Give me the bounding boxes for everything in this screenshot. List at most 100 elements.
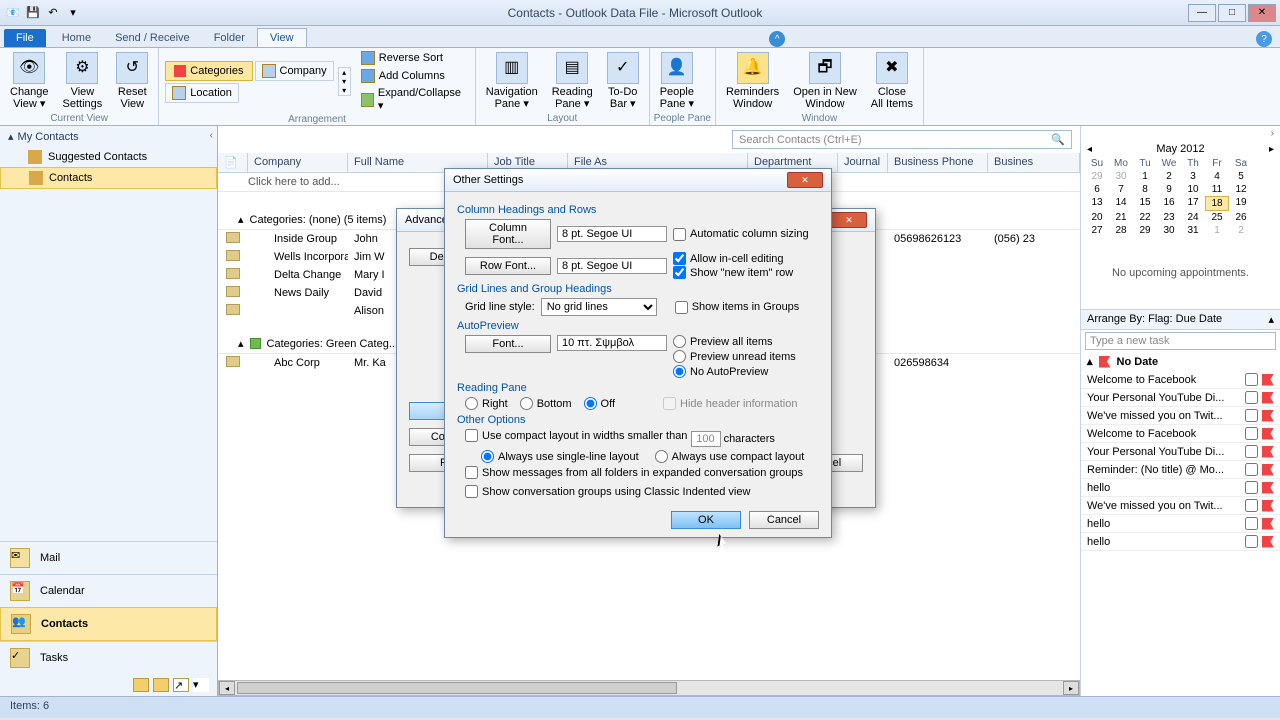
nav-calendar[interactable]: 📅Calendar (0, 574, 217, 607)
always-compact-radio[interactable]: Always use compact layout (655, 450, 805, 463)
preview-all-radio[interactable]: Preview all items (673, 335, 796, 348)
gallery-more-icon[interactable]: ▾ (339, 86, 350, 95)
task-item[interactable]: hello (1081, 533, 1280, 551)
reminders-window-button[interactable]: 🔔Reminders Window (720, 50, 785, 112)
new-task-input[interactable]: Type a new task (1085, 332, 1276, 350)
cal-prev-icon[interactable]: ◂ (1087, 144, 1092, 155)
col-icon[interactable]: 📄 (218, 153, 248, 172)
ok-button[interactable]: OK (671, 511, 741, 529)
ribbon-minimize-icon[interactable]: ^ (769, 31, 785, 47)
collapse-nav-icon[interactable]: ‹ (210, 130, 213, 141)
save-icon[interactable]: 💾 (24, 4, 42, 22)
nav-contacts-main[interactable]: 👥Contacts (0, 607, 217, 641)
col-business[interactable]: Busines (988, 153, 1080, 172)
auto-col-sizing-checkbox[interactable]: Automatic column sizing (673, 228, 809, 241)
nav-my-contacts[interactable]: ▴ My Contacts (0, 126, 217, 147)
change-view-button[interactable]: 👁Change View ▾ (4, 50, 55, 112)
nav-mail[interactable]: ✉Mail (0, 541, 217, 574)
add-columns-button[interactable]: Add Columns (357, 68, 467, 84)
task-item[interactable]: Your Personal YouTube Di... (1081, 443, 1280, 461)
rp-right-radio[interactable]: Right (465, 397, 508, 410)
col-company[interactable]: Company (248, 153, 348, 172)
gallery-up-icon[interactable]: ▴ (339, 68, 350, 77)
tab-file[interactable]: File (4, 29, 46, 47)
task-item[interactable]: We've missed you on Twit... (1081, 407, 1280, 425)
show-new-item-checkbox[interactable]: Show "new item" row (673, 266, 793, 279)
search-input[interactable]: Search Contacts (Ctrl+E)🔍 (732, 130, 1072, 149)
task-item[interactable]: Your Personal YouTube Di... (1081, 389, 1280, 407)
categories-filter[interactable]: Categories (165, 61, 252, 81)
outlook-icon[interactable]: 📧 (4, 4, 22, 22)
close-all-items-button[interactable]: ✖Close All Items (865, 50, 919, 112)
people-pane-button[interactable]: 👤People Pane ▾ (654, 50, 700, 112)
gallery-down-icon[interactable]: ▾ (339, 77, 350, 86)
ap-font-button[interactable]: Font... (465, 335, 551, 353)
cancel-button[interactable]: Cancel (749, 511, 819, 529)
search-icon[interactable]: 🔍 (1051, 133, 1065, 146)
maximize-button[interactable]: □ (1218, 4, 1246, 22)
row-font-field[interactable] (557, 258, 667, 274)
task-item[interactable]: hello (1081, 479, 1280, 497)
col-business-phone[interactable]: Business Phone (888, 153, 988, 172)
view-settings-button[interactable]: ⚙View Settings (57, 50, 109, 112)
column-font-button[interactable]: Column Font... (465, 219, 551, 249)
qat-dropdown-icon[interactable]: ▾ (64, 4, 82, 22)
show-groups-checkbox[interactable]: Show items in Groups (675, 301, 800, 314)
hide-header-checkbox[interactable]: Hide header information (663, 397, 797, 410)
row-font-button[interactable]: Row Font... (465, 257, 551, 275)
tab-folder[interactable]: Folder (202, 29, 257, 47)
no-autopreview-radio[interactable]: No AutoPreview (673, 365, 796, 378)
nav-suggested-contacts[interactable]: Suggested Contacts (0, 147, 217, 167)
tab-send-receive[interactable]: Send / Receive (103, 29, 202, 47)
nav-tasks[interactable]: ✓Tasks (0, 641, 217, 674)
expand-collapse-button[interactable]: Expand/Collapse ▾ (357, 86, 467, 113)
reading-pane-button[interactable]: ▤Reading Pane ▾ (546, 50, 599, 112)
company-filter[interactable]: Company (255, 61, 334, 81)
adv-close-button[interactable]: ✕ (831, 212, 867, 228)
reverse-sort-button[interactable]: Reverse Sort (357, 50, 467, 66)
todo-collapse-icon[interactable]: › (1081, 126, 1280, 141)
navigation-pane-button[interactable]: ▥Navigation Pane ▾ (480, 50, 544, 112)
scroll-right-icon[interactable]: ▸ (1063, 681, 1079, 695)
nav-contacts[interactable]: Contacts (0, 167, 217, 189)
task-item[interactable]: Welcome to Facebook (1081, 425, 1280, 443)
reset-view-button[interactable]: ↺Reset View (110, 50, 154, 112)
always-single-radio[interactable]: Always use single-line layout (481, 450, 639, 463)
undo-icon[interactable]: ↶ (44, 4, 62, 22)
task-item[interactable]: Reminder: (No title) @ Mo... (1081, 461, 1280, 479)
todo-bar-button[interactable]: ✓To-Do Bar ▾ (601, 50, 645, 112)
rp-bottom-radio[interactable]: Bottom (520, 397, 572, 410)
open-new-window-button[interactable]: 🗗Open in New Window (787, 50, 863, 112)
col-journal[interactable]: Journal (838, 153, 888, 172)
location-filter[interactable]: Location (165, 83, 239, 103)
preview-unread-radio[interactable]: Preview unread items (673, 350, 796, 363)
help-icon[interactable]: ? (1256, 31, 1272, 47)
dialog-close-button[interactable]: ✕ (787, 172, 823, 188)
rp-off-radio[interactable]: Off (584, 397, 615, 410)
column-font-field[interactable] (557, 226, 667, 242)
use-compact-checkbox[interactable]: Use compact layout in widths smaller tha… (465, 429, 687, 442)
nav-folders-icon[interactable] (153, 678, 169, 692)
close-button[interactable]: ✕ (1248, 4, 1276, 22)
calendar[interactable]: SuMoTuWeThFrSa29301234567891011121314151… (1081, 157, 1280, 237)
task-item[interactable]: hello (1081, 515, 1280, 533)
task-item[interactable]: We've missed you on Twit... (1081, 497, 1280, 515)
section-autopreview: AutoPreview (457, 320, 819, 332)
nav-config-icon[interactable]: ▾ (193, 678, 209, 692)
scroll-left-icon[interactable]: ◂ (219, 681, 235, 695)
task-group-no-date[interactable]: ▴ No Date (1081, 352, 1280, 371)
ap-font-field[interactable] (557, 335, 667, 351)
cal-next-icon[interactable]: ▸ (1269, 144, 1274, 155)
allow-incell-checkbox[interactable]: Allow in-cell editing (673, 252, 793, 265)
task-arrange-by[interactable]: Arrange By: Flag: Due Date▴ (1081, 309, 1280, 330)
grid-style-select[interactable]: No grid lines (541, 298, 657, 316)
task-item[interactable]: Welcome to Facebook (1081, 371, 1280, 389)
content-hscrollbar[interactable]: ◂ ▸ (218, 680, 1080, 696)
tab-home[interactable]: Home (50, 29, 103, 47)
show-conv-checkbox[interactable]: Show conversation groups using Classic I… (465, 485, 750, 498)
minimize-button[interactable]: — (1188, 4, 1216, 22)
show-msgs-checkbox[interactable]: Show messages from all folders in expand… (465, 466, 803, 479)
tab-view[interactable]: View (257, 28, 307, 47)
nav-shortcuts-icon[interactable]: ↗ (173, 678, 189, 692)
nav-notes-icon[interactable] (133, 678, 149, 692)
